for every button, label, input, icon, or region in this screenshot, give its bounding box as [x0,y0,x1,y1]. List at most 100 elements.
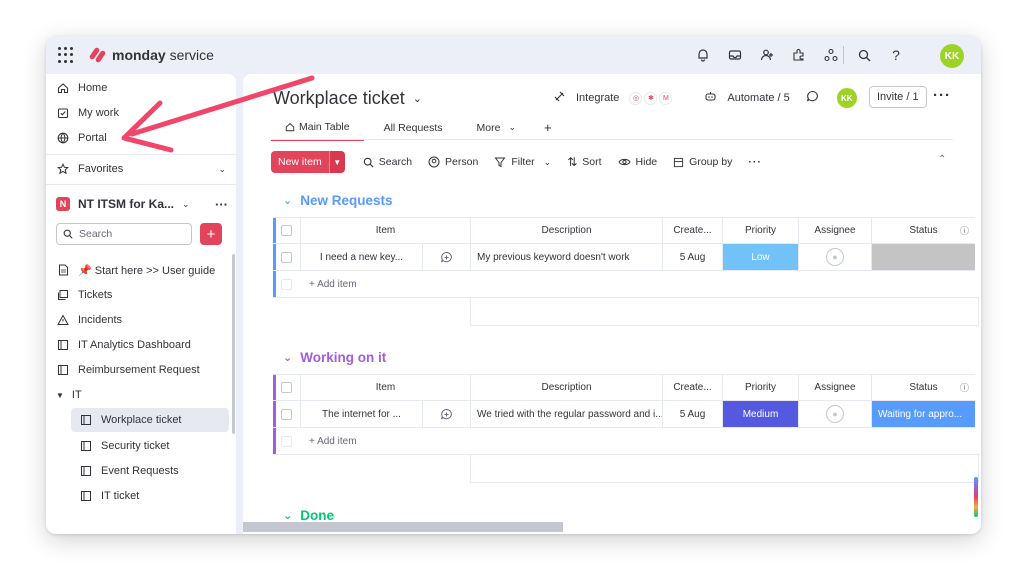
person-filter-button[interactable]: Person [428,156,478,168]
add-item-label[interactable]: + Add item [309,436,357,447]
info-icon[interactable]: ⓘ [960,381,969,394]
sort-button[interactable]: ⇅ Sort [567,155,601,169]
updates-icon[interactable] [806,90,819,106]
sidebar-folder-it[interactable]: ▼ IT [56,385,82,405]
status-cell[interactable] [872,244,975,271]
group-title-done[interactable]: ⌄ Done [283,508,334,523]
column-header-assignee[interactable]: Assignee [799,217,872,244]
help-icon[interactable]: ? [886,45,906,65]
table-row[interactable]: The internet for ... We tried with the r… [273,401,979,428]
row-checkbox-cell[interactable] [273,401,301,428]
collapse-header-icon[interactable]: ⌃ [938,154,946,165]
horizontal-scrollbar[interactable] [243,522,563,532]
column-header-description[interactable]: Description [471,374,663,401]
user-avatar[interactable]: KK [940,44,964,68]
column-header-assignee[interactable]: Assignee [799,374,872,401]
status-pill[interactable] [872,244,975,270]
checkbox[interactable] [281,382,292,393]
column-header-created[interactable]: Create... [663,217,723,244]
filter-button[interactable]: Filter ⌄ [494,156,551,168]
search-icon[interactable] [854,45,874,65]
column-header-priority[interactable]: Priority [723,217,799,244]
sidebar-item-home[interactable]: Home [56,78,107,98]
integrations-icon[interactable] [820,45,842,65]
checkbox[interactable] [281,225,292,236]
integrate-button[interactable]: Integrate [576,92,619,104]
priority-pill[interactable]: Medium [723,401,798,427]
chevron-down-icon[interactable]: ▼ [328,151,345,173]
sidebar-item-tickets[interactable]: Tickets [56,285,112,305]
add-view-button[interactable]: + [530,116,566,141]
sidebar-search-input[interactable]: Search [56,223,192,245]
select-all-checkbox-cell[interactable] [273,217,301,244]
sidebar-item-workplace-ticket[interactable]: Workplace ticket [79,410,182,430]
checkbox[interactable] [281,408,292,420]
person-placeholder-icon[interactable]: ● [826,248,844,266]
row-checkbox-cell[interactable] [273,244,301,271]
toolbar-more-icon[interactable]: ··· [748,156,762,168]
group-title-working-on-it[interactable]: ⌄ Working on it [283,350,386,365]
tab-all-requests[interactable]: All Requests [370,118,457,140]
board-more-icon[interactable]: ··· [933,87,951,104]
column-header-item[interactable]: Item [301,374,471,401]
workspace-more-icon[interactable]: ··· [215,197,228,212]
puzzle-apps-icon[interactable] [788,45,810,65]
tab-main-table[interactable]: Main Table [271,117,364,141]
workspace-selector[interactable]: N NT ITSM for Ka... ⌄ ··· [56,194,228,214]
column-header-description[interactable]: Description [471,217,663,244]
status-pill[interactable]: Waiting for appro... [872,401,975,427]
description-cell[interactable]: My previous keyword doesn't work [471,244,663,271]
search-button[interactable]: Search [363,156,412,168]
sidebar-item-event-requests[interactable]: Event Requests [79,461,179,481]
apps-grid-icon[interactable] [58,47,74,63]
column-header-created[interactable]: Create... [663,374,723,401]
add-update-icon[interactable] [423,401,471,428]
sidebar-item-user-guide[interactable]: 📌 Start here >> User guide [56,260,215,280]
add-item-row[interactable]: + Add item [273,271,979,297]
item-name-cell[interactable]: I need a new key... [301,244,423,271]
assignee-cell[interactable]: ● [799,401,872,428]
hide-button[interactable]: Hide [617,156,657,168]
group-by-button[interactable]: Group by [673,156,732,168]
inbox-icon[interactable] [724,45,746,65]
sidebar-item-security-ticket[interactable]: Security ticket [79,436,169,456]
priority-pill[interactable]: Low [723,244,798,270]
sidebar-item-reimbursement[interactable]: Reimbursement Request [56,360,200,380]
board-title[interactable]: Workplace ticket ⌄ [273,88,422,109]
invite-button[interactable]: Invite / 1 [869,86,927,108]
sidebar-item-it-ticket[interactable]: IT ticket [79,486,139,506]
column-header-item[interactable]: Item [301,217,471,244]
priority-cell[interactable]: Medium [723,401,799,428]
bell-icon[interactable] [692,45,714,65]
priority-cell[interactable]: Low [723,244,799,271]
person-placeholder-icon[interactable]: ● [826,405,844,423]
tab-more[interactable]: More ⌄ [463,118,530,140]
sidebar-scrollbar[interactable] [232,254,235,434]
status-cell[interactable]: Waiting for appro... [872,401,975,428]
sidebar-favorites[interactable]: Favorites ⌄ [56,159,226,179]
add-item-row[interactable]: + Add item [273,428,979,454]
column-header-priority[interactable]: Priority [723,374,799,401]
add-board-button[interactable]: + [200,223,222,245]
column-header-status[interactable]: Status ⓘ [872,374,975,401]
item-name-cell[interactable]: The internet for ... [301,401,423,428]
assignee-cell[interactable]: ● [799,244,872,271]
sidebar-item-portal[interactable]: Portal [56,128,107,148]
checkbox[interactable] [281,251,292,263]
new-item-button[interactable]: New item ▼ [271,151,345,173]
column-header-status[interactable]: Status ⓘ [872,217,975,244]
sidebar-item-incidents[interactable]: Incidents [56,310,122,330]
info-icon[interactable]: ⓘ [960,224,969,237]
automate-button[interactable]: Automate / 5 [727,92,789,104]
group-navigator-scrollbar[interactable] [974,477,978,517]
description-cell[interactable]: We tried with the regular password and i… [471,401,663,428]
sidebar-item-my-work[interactable]: My work [56,103,119,123]
table-row[interactable]: I need a new key... My previous keyword … [273,244,979,271]
brand-logo[interactable]: monday service [88,45,214,65]
sidebar-item-it-analytics[interactable]: IT Analytics Dashboard [56,335,191,355]
invite-member-icon[interactable] [756,45,778,65]
add-update-icon[interactable] [423,244,471,271]
group-title-new-requests[interactable]: ⌄ New Requests [283,193,393,208]
board-member-avatar[interactable]: KK [836,88,857,108]
select-all-checkbox-cell[interactable] [273,374,301,401]
